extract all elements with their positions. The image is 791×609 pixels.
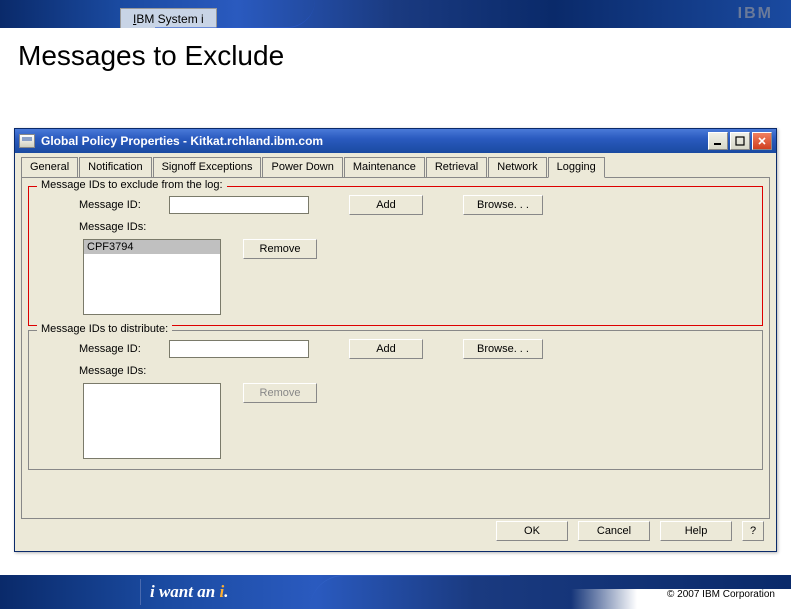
minimize-icon (713, 136, 723, 146)
dialog-tabstrip: General Notification Signoff Exceptions … (15, 153, 776, 177)
exclude-msgid-label: Message ID: (39, 199, 169, 211)
ibm-logo: IBM (738, 5, 773, 23)
distribute-listbox[interactable] (83, 383, 221, 459)
close-icon (757, 136, 767, 146)
slide-title: Messages to Exclude (0, 28, 791, 82)
slogan-post: . (224, 582, 228, 601)
footer-decorative-curve (310, 575, 510, 609)
presentation-top-banner: IBM System i IBM (0, 0, 791, 28)
distribute-groupbox: Message IDs to distribute: Message ID: A… (28, 330, 763, 470)
distribute-browse-button[interactable]: Browse. . . (463, 339, 543, 359)
distribute-msgid-input[interactable] (169, 340, 309, 358)
tab-notification[interactable]: Notification (79, 157, 151, 177)
exclude-ids-label-row: Message IDs: (39, 221, 752, 233)
cancel-button[interactable]: Cancel (578, 521, 650, 541)
tab-signoff-exceptions[interactable]: Signoff Exceptions (153, 157, 262, 177)
tab-general[interactable]: General (21, 157, 78, 177)
dialog-button-row: OK Cancel Help ? (496, 521, 764, 541)
distribute-id-row: Message ID: Add Browse. . . (39, 339, 752, 359)
context-help-button[interactable]: ? (742, 521, 764, 541)
global-policy-dialog: Global Policy Properties - Kitkat.rchlan… (14, 128, 777, 552)
window-icon (19, 134, 35, 148)
exclude-legend: Message IDs to exclude from the log: (37, 179, 227, 191)
dialog-titlebar[interactable]: Global Policy Properties - Kitkat.rchlan… (15, 129, 776, 153)
logging-tab-panel: Message IDs to exclude from the log: Mes… (21, 177, 770, 519)
distribute-msgid-label: Message ID: (39, 343, 169, 355)
footer-copyright: © 2007 IBM Corporation (665, 589, 777, 600)
minimize-button[interactable] (708, 132, 728, 150)
tab-logging[interactable]: Logging (548, 157, 605, 178)
exclude-list-row: CPF3794 Remove (39, 239, 752, 315)
tab-retrieval[interactable]: Retrieval (426, 157, 487, 177)
close-button[interactable] (752, 132, 772, 150)
distribute-list-row: Remove (39, 383, 752, 459)
distribute-ids-label-row: Message IDs: (39, 365, 752, 377)
distribute-legend: Message IDs to distribute: (37, 323, 172, 335)
dialog-title: Global Policy Properties - Kitkat.rchlan… (41, 134, 708, 148)
window-control-buttons (708, 132, 772, 150)
tab-maintenance[interactable]: Maintenance (344, 157, 425, 177)
distribute-ids-label: Message IDs: (39, 365, 169, 377)
tab-network[interactable]: Network (488, 157, 546, 177)
slogan-pre: i want an (150, 582, 219, 601)
exclude-add-button[interactable]: Add (349, 195, 423, 215)
maximize-button[interactable] (730, 132, 750, 150)
distribute-remove-button[interactable]: Remove (243, 383, 317, 403)
tab-power-down[interactable]: Power Down (262, 157, 342, 177)
exclude-browse-button[interactable]: Browse. . . (463, 195, 543, 215)
exclude-msgid-input[interactable] (169, 196, 309, 214)
footer-separator (140, 579, 141, 605)
exclude-id-row: Message ID: Add Browse. . . (39, 195, 752, 215)
help-button[interactable]: Help (660, 521, 732, 541)
banner-decorative-curve (155, 0, 315, 28)
exclude-listbox[interactable]: CPF3794 (83, 239, 221, 315)
maximize-icon (735, 136, 745, 146)
exclude-groupbox: Message IDs to exclude from the log: Mes… (28, 186, 763, 326)
presentation-footer: i want an i. © 2007 IBM Corporation (0, 575, 791, 609)
exclude-remove-button[interactable]: Remove (243, 239, 317, 259)
footer-slogan: i want an i. (150, 582, 228, 602)
ok-button[interactable]: OK (496, 521, 568, 541)
exclude-ids-label: Message IDs: (39, 221, 169, 233)
list-item[interactable]: CPF3794 (84, 240, 220, 254)
distribute-add-button[interactable]: Add (349, 339, 423, 359)
